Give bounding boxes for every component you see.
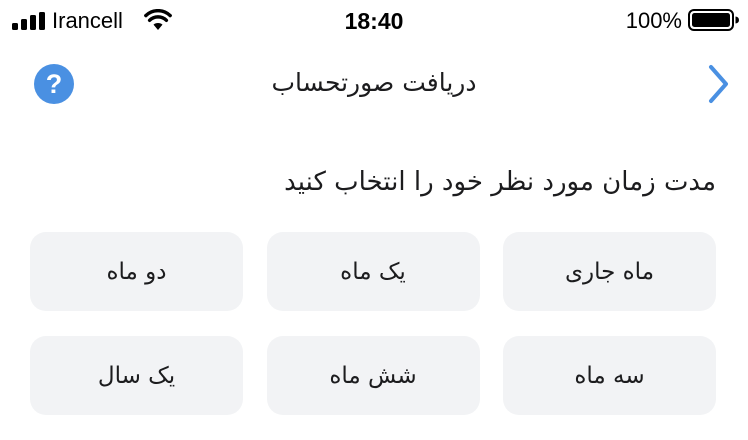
option-three-months[interactable]: سه ماه [503,336,716,415]
navigation-bar: ? دریافت صورتحساب [0,50,748,116]
status-bar: Irancell 18:40 100% [0,0,748,42]
option-current-month[interactable]: ماه جاری [503,232,716,311]
option-one-year[interactable]: یک سال [30,336,243,415]
option-six-months[interactable]: شش ماه [266,336,480,415]
battery-icon [688,9,739,31]
battery-percentage: 100% [625,8,682,33]
option-two-months[interactable]: دو ماه [30,232,243,311]
period-selection-heading: مدت زمان مورد نظر خود را انتخاب کنید [284,167,716,197]
option-one-month[interactable]: یک ماه [266,232,480,311]
screen: Irancell 18:40 100% ? دریافت صورتحساب مد… [0,0,748,440]
page-title: دریافت صورتحساب [271,68,477,97]
back-chevron-icon[interactable] [704,62,734,106]
period-options-grid: ماه جاری یک ماه دو ماه سه ماه شش ماه یک … [30,232,716,415]
